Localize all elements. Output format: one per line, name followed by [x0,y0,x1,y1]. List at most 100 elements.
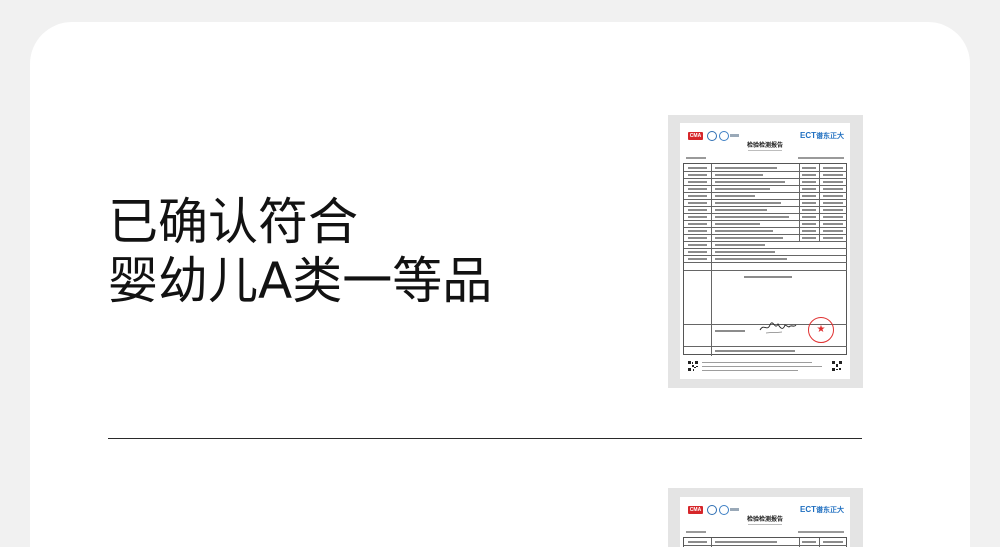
cell-text [688,195,707,197]
table-rule [684,185,847,186]
cell-text [823,230,843,232]
report-title: 检验检测报告 [746,516,783,523]
table-rule [684,192,847,193]
accreditation-seal-icon [719,131,729,141]
cell-text [823,167,843,169]
table-rule [684,213,847,214]
cell-text [688,251,707,253]
signature-icon [759,322,797,334]
table-rule [711,164,712,270]
table-rule [684,220,847,221]
cell-text [688,216,707,218]
brand-name: 谱东正大 [816,133,844,140]
cell-text [823,174,843,176]
cell-text [823,209,843,211]
brand-logo: ECT谱东正大 [800,505,844,516]
report-document: CMA ECT谱东正大 检验检测报告 ★ [680,123,850,379]
cell-text [688,244,707,246]
cell-text [802,167,816,169]
cell-text [715,541,777,543]
qr-code-icon [688,361,698,371]
table-rule [684,171,847,172]
table-rule [684,270,847,271]
cell-text [802,195,816,197]
table-rule [711,538,712,547]
cell-text [688,209,707,211]
cell-text [715,202,781,204]
table-rule [799,164,800,241]
cell-text [823,216,843,218]
table-rule [684,248,847,249]
table-rule [684,241,847,242]
report-document: CMA ECT谱东正大 检验检测报告 [680,497,850,547]
cell-text [688,237,707,239]
table-rule [684,255,847,256]
brand-logo: ECT谱东正大 [800,131,844,142]
cell-text [802,223,816,225]
cell-text [715,258,787,260]
report-footer-text [702,366,822,368]
cell-text [688,167,707,169]
cell-text [802,541,816,543]
report-number [798,157,844,159]
report-footer-text [702,362,812,364]
cell-text [823,181,843,183]
cell-text [688,181,707,183]
headline-line-1: 已确认符合 [108,193,358,251]
cell-text [715,230,773,232]
table-rule [684,206,847,207]
report-subtitle-line [748,150,782,151]
cell-text [688,223,707,225]
table-rule [819,538,820,547]
test-report-image[interactable]: CMA ECT谱东正大 检验检测报告 ★ [668,115,863,388]
cell-text [802,181,816,183]
table-rule [711,270,712,356]
test-report-image[interactable]: CMA ECT谱东正大 检验检测报告 [668,488,863,547]
cell-text [823,195,843,197]
cell-text [802,209,816,211]
cell-text [715,237,783,239]
cell-text [715,167,777,169]
table-rule [684,227,847,228]
cell-text [802,174,816,176]
cell-text [715,350,795,352]
qr-code-icon [832,361,842,371]
cell-text [823,202,843,204]
accreditation-seal-icon [719,505,729,515]
table-rule [684,346,847,347]
table-rule [799,538,800,547]
cell-text [688,188,707,190]
cell-text [823,237,843,239]
cell-text [802,237,816,239]
cell-text [688,258,707,260]
cell-text [823,541,843,543]
report-number [798,531,844,533]
table-rule [684,262,847,263]
cell-text [802,230,816,232]
accreditation-seal-icon [707,505,717,515]
report-page-info [686,531,706,533]
headline: 已确认符合 婴幼儿A类一等品 [108,193,492,311]
cell-text [715,244,765,246]
cell-text [688,202,707,204]
accreditation-logo-mark [730,508,739,511]
report-title: 检验检测报告 [746,142,783,149]
cell-text [715,330,745,332]
brand-name: 谱东正大 [816,507,844,514]
cell-text [715,251,775,253]
cell-text [688,230,707,232]
cma-badge-icon: CMA [688,132,703,140]
cell-text [715,209,767,211]
brand-mark: ECT [800,131,816,140]
cell-text [715,181,785,183]
cma-badge-icon: CMA [688,506,703,514]
cell-text [802,188,816,190]
cell-text [802,216,816,218]
report-table [683,537,847,547]
cell-text [715,216,789,218]
headline-line-2: 婴幼儿A类一等品 [108,252,493,310]
cell-text [688,541,707,543]
table-rule [819,164,820,241]
cell-text [715,195,755,197]
brand-mark: ECT [800,505,816,514]
